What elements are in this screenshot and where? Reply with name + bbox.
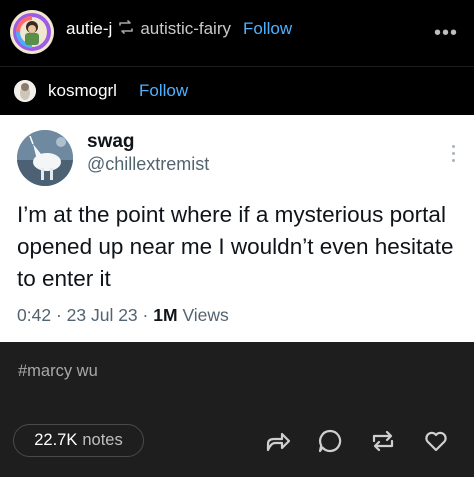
share-icon[interactable]: [264, 427, 292, 455]
post-header: autie-j autistic-fairy Follow •••: [0, 0, 474, 66]
tweet-avatar: [17, 130, 73, 186]
tweet-views-label: Views: [182, 305, 229, 325]
vertical-dots-icon: [450, 141, 456, 166]
reblog-icon[interactable]: [369, 427, 397, 455]
source-avatar[interactable]: [14, 80, 36, 102]
more-dots-icon[interactable]: •••: [434, 22, 458, 45]
notes-label: notes: [82, 431, 123, 449]
notes-count: 22.7K: [34, 431, 78, 449]
tweet-time: 0:42: [17, 305, 52, 325]
tweet-card: swag @chillextremist I’m at the point wh…: [0, 115, 474, 342]
author-name[interactable]: autie-j: [66, 19, 112, 39]
like-icon[interactable]: [422, 427, 450, 455]
post-tag[interactable]: #marcy wu: [18, 362, 98, 381]
tweet-views-count: 1M: [153, 305, 178, 325]
reblogged-from-name[interactable]: autistic-fairy: [140, 19, 231, 39]
tweet-date: 23 Jul 23: [66, 305, 138, 325]
reblog-icon: [118, 20, 134, 38]
meta-separator: ·: [55, 305, 62, 325]
comment-icon[interactable]: [316, 427, 344, 455]
source-username[interactable]: kosmogrl: [48, 81, 117, 101]
tweet-display-name: swag: [87, 131, 135, 152]
tweet-text: I’m at the point where if a mysterious p…: [17, 202, 454, 291]
meta-separator: ·: [142, 305, 149, 325]
tweet-handle: @chillextremist: [87, 154, 210, 174]
notes-button[interactable]: 22.7K notes: [13, 424, 144, 457]
header-row: autie-j autistic-fairy Follow: [66, 19, 292, 39]
author-avatar[interactable]: [10, 10, 54, 54]
follow-button[interactable]: Follow: [243, 19, 292, 39]
source-follow-button[interactable]: Follow: [139, 81, 188, 101]
tweet-meta: 0:42 · 23 Jul 23 · 1M Views: [17, 305, 229, 326]
